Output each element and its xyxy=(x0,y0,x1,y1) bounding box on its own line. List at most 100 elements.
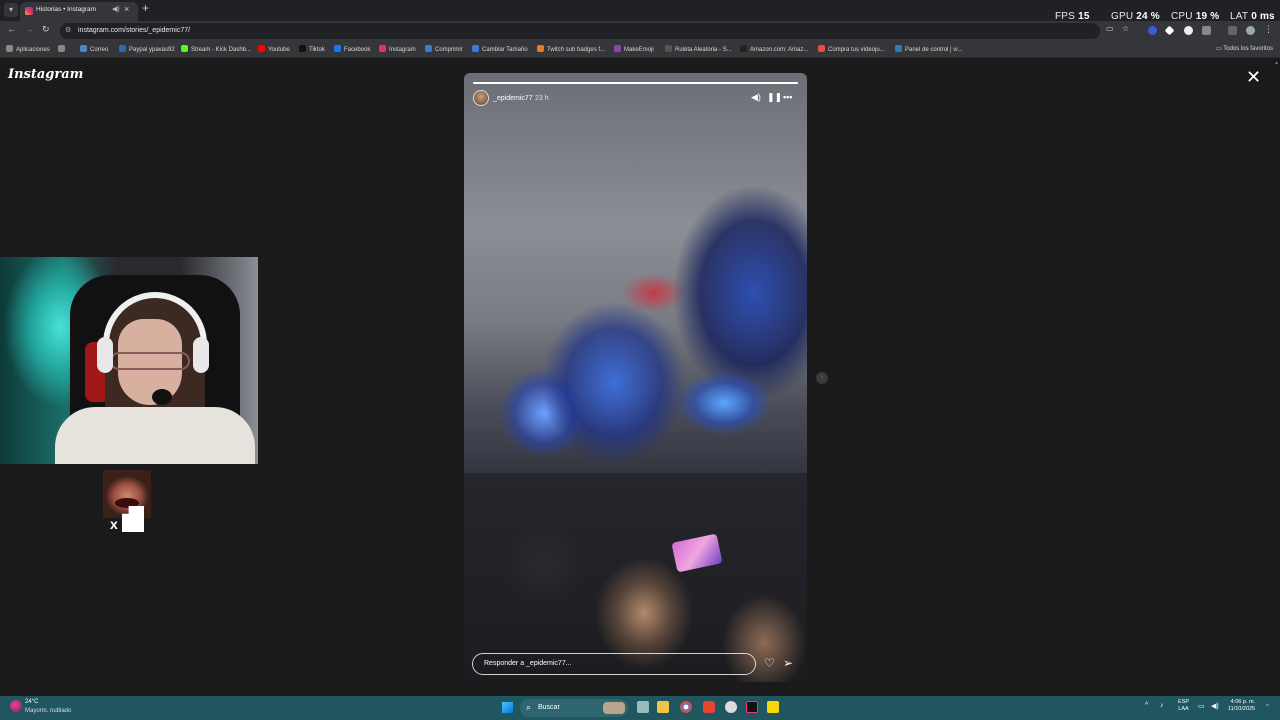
streamer-webcam xyxy=(0,257,258,464)
story-viewer[interactable]: _epidemic77 23 h ◀) ❚❚ ••• Responder a _… xyxy=(464,73,807,682)
pause-icon[interactable]: ❚❚ xyxy=(767,92,782,103)
game-store-icon xyxy=(818,45,825,52)
story-stage-lights xyxy=(484,153,807,513)
bookmark-amazon[interactable]: Amazon.com: Amaz... xyxy=(740,45,808,53)
brave-icon[interactable] xyxy=(703,701,715,713)
story-crowd xyxy=(464,473,807,682)
story-time: 23 h xyxy=(535,95,549,102)
url-field[interactable]: ⚙ instagram.com/stories/_epidemic77/ xyxy=(60,23,1100,39)
streamer-body xyxy=(55,407,255,464)
amazon-icon xyxy=(740,45,747,52)
extension-3-icon[interactable] xyxy=(1184,26,1193,35)
volume-icon[interactable]: ◀) xyxy=(1211,702,1219,710)
tiktok-app-icon[interactable] xyxy=(746,701,758,713)
bookmark-paypal[interactable]: Paypal ypavas92 xyxy=(119,45,175,53)
paypal-icon xyxy=(119,45,126,52)
mail-icon xyxy=(80,45,87,52)
story-progress-fill xyxy=(473,82,798,84)
reply-placeholder: Responder a _epidemic77... xyxy=(484,660,572,667)
tiktok-icon xyxy=(299,45,306,52)
headset-left-ear xyxy=(97,337,113,373)
bookmark-grid[interactable] xyxy=(58,45,68,53)
bookmark-tiktok[interactable]: Tiktok xyxy=(299,45,325,53)
weather-temperature[interactable]: 24°C xyxy=(25,699,38,705)
page-scrollbar[interactable]: ▲ xyxy=(1274,58,1280,696)
extensions-icon[interactable] xyxy=(1202,26,1211,35)
notifications-icon[interactable]: ▫ xyxy=(1266,702,1268,709)
bookmark-aplicaciones[interactable]: Aplicaciones xyxy=(6,45,50,53)
bookmark-twitch-badges[interactable]: Twitch sub badges f... xyxy=(537,45,605,53)
bookmark-facebook[interactable]: Facebook xyxy=(334,45,370,53)
new-tab-button[interactable]: + xyxy=(142,1,149,15)
bookmark-star-icon[interactable]: ☆ xyxy=(1122,24,1129,33)
heart-icon[interactable]: ♡ xyxy=(764,656,775,670)
task-view-icon[interactable] xyxy=(637,701,649,713)
browser-tab-bar: ▾ Historias • Instagram ◀) × + FPS 15 GPU… xyxy=(0,0,1280,22)
forward-icon[interactable]: → xyxy=(25,24,34,34)
browser-menu-icon[interactable]: ⋮ xyxy=(1264,24,1273,35)
back-icon[interactable]: ← xyxy=(7,24,16,34)
bookmarks-bar: Aplicaciones Correo Paypal ypavas92 Stre… xyxy=(0,41,1280,58)
scroll-up-icon[interactable]: ▲ xyxy=(1274,60,1279,66)
panel-icon xyxy=(895,45,902,52)
taskbar-search[interactable]: ⌕ Buscar xyxy=(520,699,628,717)
language-indicator[interactable]: ESP LAA xyxy=(1178,699,1189,713)
instagram-icon xyxy=(379,45,386,52)
bookmark-correo[interactable]: Correo xyxy=(80,45,108,53)
bookmark-instagram[interactable]: Instagram xyxy=(379,45,416,53)
profile-avatar[interactable] xyxy=(1246,26,1255,35)
tab-title: Historias • Instagram xyxy=(36,6,97,13)
extension-2-icon[interactable] xyxy=(1164,25,1175,36)
keyboard-layout: LAA xyxy=(1178,706,1189,712)
sidebar-icon[interactable] xyxy=(1228,26,1237,35)
mic-icon[interactable]: ♪ xyxy=(1160,702,1164,709)
bookmark-comprimir[interactable]: Comprimir xyxy=(425,45,463,53)
site-info-icon[interactable]: ⚙ xyxy=(65,26,71,34)
weather-description[interactable]: Mayorm. nublado xyxy=(25,708,71,714)
extension-1-icon[interactable] xyxy=(1148,26,1157,35)
facebook-icon xyxy=(334,45,341,52)
wheel-icon xyxy=(665,45,672,52)
share-icon[interactable]: ➢ xyxy=(783,656,793,670)
story-username[interactable]: _epidemic77 xyxy=(493,95,533,102)
twitch-icon xyxy=(537,45,544,52)
weather-icon[interactable] xyxy=(10,700,22,712)
reload-icon[interactable]: ↻ xyxy=(42,24,50,35)
bookmark-ruleta[interactable]: Ruleta Aleatoria - S... xyxy=(665,45,732,53)
search-highlight-icon xyxy=(603,702,625,714)
close-icon[interactable]: ✕ xyxy=(1246,68,1261,86)
bookmark-cambiar-tamano[interactable]: Cambiar Tamaño xyxy=(472,45,528,53)
language-code: ESP xyxy=(1178,699,1190,705)
emoji-icon xyxy=(614,45,621,52)
windows-icon[interactable] xyxy=(502,702,513,713)
story-avatar[interactable] xyxy=(473,90,489,106)
instagram-logo[interactable]: Instagram xyxy=(8,67,83,82)
bookmark-kick[interactable]: Stream - Kick Dashb... xyxy=(181,45,251,53)
tray-chevron-icon[interactable]: ^ xyxy=(1145,702,1148,709)
search-label: Buscar xyxy=(538,704,560,711)
more-icon[interactable]: ••• xyxy=(783,92,792,102)
next-story-arrow-icon[interactable]: › xyxy=(816,372,828,384)
bookmark-videojuegos[interactable]: Compra tus videoju... xyxy=(818,45,885,53)
all-favorites-folder[interactable]: ▭ Todos los favoritos xyxy=(1216,45,1273,52)
tab-historias-instagram[interactable]: Historias • Instagram ◀) × xyxy=(20,2,138,21)
bookmark-panel-control[interactable]: Panel de control | vi... xyxy=(895,45,963,53)
sticky-notes-icon[interactable] xyxy=(767,701,779,713)
address-bar: ← → ↻ ⚙ instagram.com/stories/_epidemic7… xyxy=(0,21,1280,41)
tab-close-icon[interactable]: × xyxy=(124,4,129,14)
story-reply-input[interactable]: Responder a _epidemic77... xyxy=(472,653,756,675)
system-clock[interactable]: 4:06 p. m. 11/10/2025 xyxy=(1228,699,1255,713)
tab-audio-icon[interactable]: ◀) xyxy=(112,5,120,13)
file-explorer-icon[interactable] xyxy=(657,701,669,713)
chrome-icon[interactable] xyxy=(680,701,692,713)
bookmark-youtube[interactable]: Youtube xyxy=(258,45,290,53)
mute-icon[interactable]: ◀) xyxy=(751,92,761,103)
tab-search-icon[interactable]: ▾ xyxy=(4,3,18,17)
windows-taskbar: 24°C Mayorm. nublado ⌕ Buscar ^ ♪ ESP LA… xyxy=(0,696,1280,720)
network-icon[interactable]: ▭ xyxy=(1198,702,1205,710)
bookmark-makeemoji[interactable]: MakeEmoji xyxy=(614,45,654,53)
cast-icon[interactable]: ▭ xyxy=(1106,24,1114,33)
alert-x-icon: x xyxy=(110,516,118,532)
url-text[interactable]: instagram.com/stories/_epidemic77/ xyxy=(78,27,190,34)
app-icon[interactable] xyxy=(725,701,737,713)
